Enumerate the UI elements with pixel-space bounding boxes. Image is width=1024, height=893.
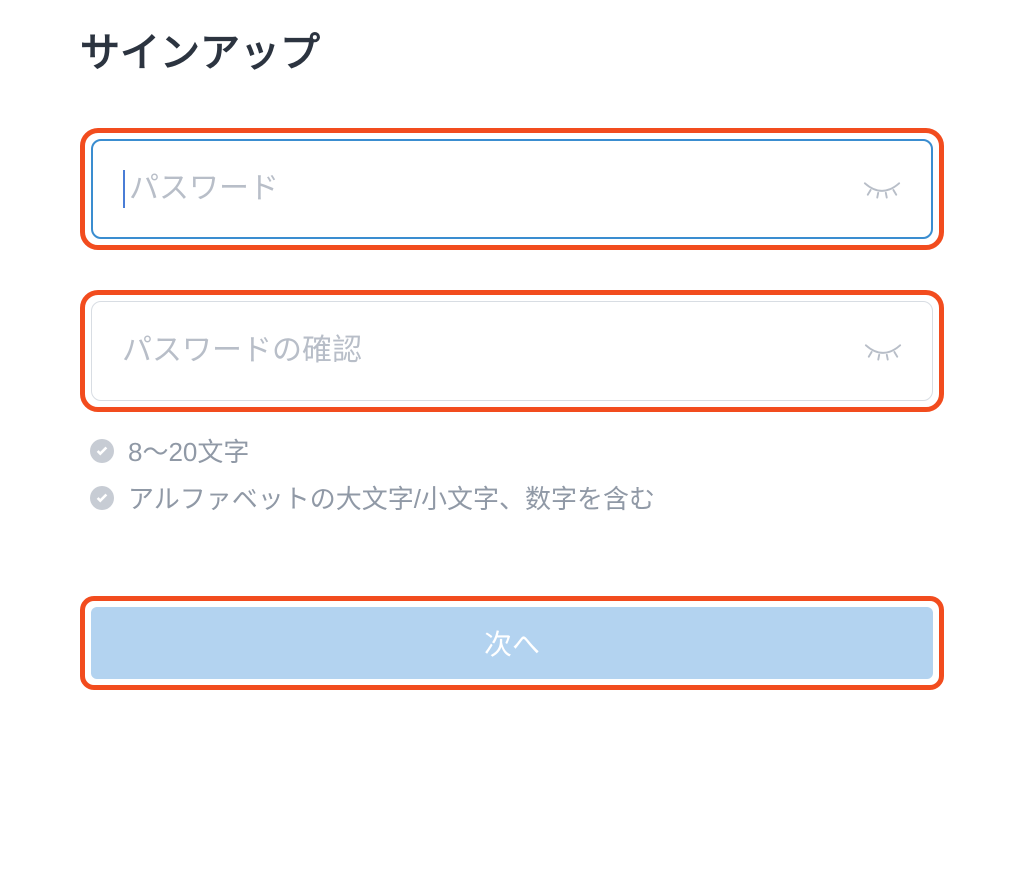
password-confirm-input[interactable] — [122, 334, 864, 368]
password-requirements: 8〜20文字 アルファベットの大文字/小文字、数字を含む — [80, 432, 944, 516]
page-title: サインアップ — [80, 20, 944, 78]
password-confirm-highlight — [80, 290, 944, 412]
eye-closed-icon[interactable] — [864, 341, 902, 361]
next-button-label: 次へ — [484, 623, 540, 663]
eye-closed-icon[interactable] — [863, 179, 901, 199]
check-icon — [90, 486, 114, 510]
password-confirm-input-wrapper[interactable] — [91, 301, 933, 401]
text-cursor — [123, 170, 125, 208]
requirement-text: 8〜20文字 — [128, 432, 249, 469]
next-button-highlight: 次へ — [80, 596, 944, 690]
next-button[interactable]: 次へ — [91, 607, 933, 679]
requirement-item: 8〜20文字 — [90, 432, 944, 469]
requirement-item: アルファベットの大文字/小文字、数字を含む — [90, 479, 944, 516]
password-input[interactable] — [129, 172, 863, 206]
requirement-text: アルファベットの大文字/小文字、数字を含む — [128, 479, 655, 516]
password-highlight — [80, 128, 944, 250]
check-icon — [90, 439, 114, 463]
password-input-wrapper[interactable] — [91, 139, 933, 239]
